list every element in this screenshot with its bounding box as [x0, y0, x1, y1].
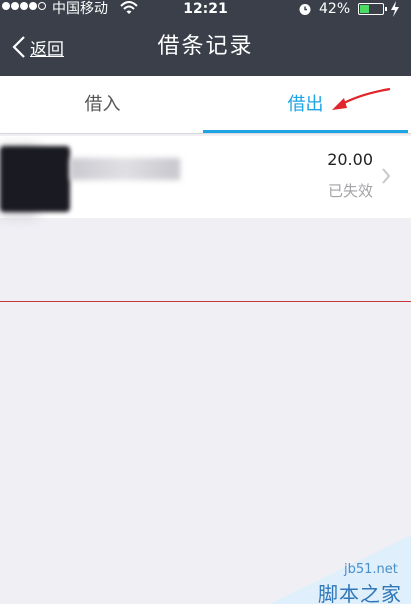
redacted-name: [70, 158, 180, 180]
record-amount: 20.00: [327, 150, 373, 169]
divider-line: [0, 301, 411, 302]
charging-bolt-icon: [391, 1, 399, 17]
annotation-arrow-icon: [332, 87, 391, 110]
navigation-bar: 返回 借条记录: [0, 18, 411, 76]
tab-selected-indicator: [203, 130, 408, 133]
alarm-icon: [299, 4, 311, 15]
status-bar: 中国移动 12:21 42%: [0, 0, 411, 18]
battery-icon: [358, 3, 387, 15]
watermark-site: jb51.net: [344, 562, 398, 577]
page-title: 借条记录: [157, 34, 254, 59]
battery-percent: 42%: [319, 1, 351, 17]
avatar: [0, 146, 70, 212]
tab-borrowed-in[interactable]: 借入: [0, 76, 205, 134]
watermark-logo: 脚本之家: [318, 582, 402, 604]
list-item[interactable]: 20.00 已失效: [0, 136, 411, 218]
chevron-right-icon: [382, 168, 391, 184]
record-status: 已失效: [327, 182, 373, 200]
